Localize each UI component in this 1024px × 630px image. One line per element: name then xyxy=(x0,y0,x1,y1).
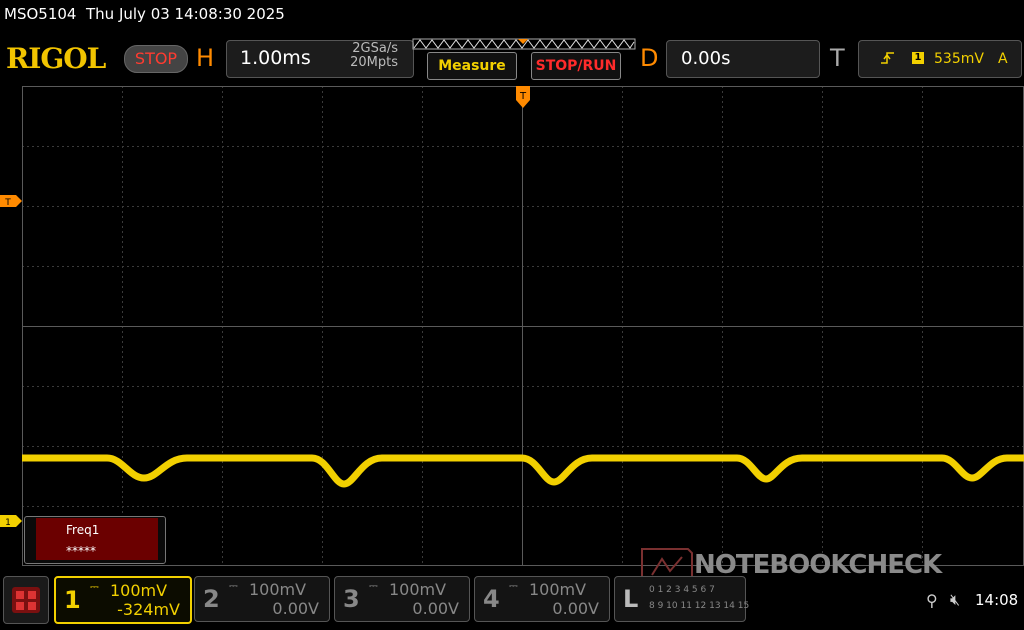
trigger-level-marker[interactable]: T xyxy=(0,195,22,207)
logic-channels-high: 8 9 10 11 12 13 14 15 xyxy=(649,601,750,611)
channel-1-scale: 100mV xyxy=(110,581,168,600)
channel-3-panel[interactable]: 3 ⎓ 100mV 0.00V xyxy=(334,576,470,622)
horizontal-label[interactable]: H xyxy=(196,44,214,72)
memory-depth: 20Mpts xyxy=(350,55,398,70)
dc-coupling-icon: ⎓ xyxy=(369,579,378,592)
rising-edge-icon xyxy=(881,52,894,64)
trigger-position-marker[interactable]: T xyxy=(516,86,530,110)
sample-rate: 2GSa/s xyxy=(352,41,398,56)
title-bar: MSO5104 Thu July 03 14:08:30 2025 xyxy=(4,5,285,23)
channel-1-number: 1 xyxy=(64,586,81,614)
logic-channels-low: 0 1 2 3 4 5 6 7 xyxy=(649,585,715,595)
speaker-muted-icon[interactable]: 🔇︎ xyxy=(950,590,960,610)
measurement-value: ***** xyxy=(66,544,96,558)
ch1-ground-marker-label: 1 xyxy=(5,518,11,527)
logic-label: L xyxy=(623,585,639,613)
datetime: Thu July 03 14:08:30 2025 xyxy=(86,5,285,23)
channel-4-number: 4 xyxy=(483,585,500,613)
channel-3-scale: 100mV xyxy=(389,580,447,599)
channel-4-panel[interactable]: 4 ⎓ 100mV 0.00V xyxy=(474,576,610,622)
memory-overview-bar[interactable] xyxy=(412,38,636,52)
measurement-label: Freq1 xyxy=(66,523,100,537)
measure-button[interactable]: Measure xyxy=(427,52,517,80)
dc-coupling-icon: ⎓ xyxy=(229,579,238,592)
dc-coupling-icon: ⎓ xyxy=(90,580,99,593)
trigger-source: 1 xyxy=(912,52,924,64)
channel-1-offset: -324mV xyxy=(117,600,180,619)
channel-2-offset: 0.00V xyxy=(272,599,319,618)
usb-icon: ⚲ xyxy=(926,591,938,610)
channel-3-number: 3 xyxy=(343,585,360,613)
trigger-label[interactable]: T xyxy=(830,44,845,72)
waveform-display[interactable] xyxy=(22,86,1024,566)
sample-info: 2GSa/s 20Mpts xyxy=(322,42,398,70)
trigger-level-marker-label: T xyxy=(4,198,11,207)
channel-3-offset: 0.00V xyxy=(412,599,459,618)
channel-4-scale: 100mV xyxy=(529,580,587,599)
clock: 14:08 xyxy=(975,591,1019,609)
dc-coupling-icon: ⎓ xyxy=(509,579,518,592)
channel-2-number: 2 xyxy=(203,585,220,613)
grid-menu-icon xyxy=(12,587,40,613)
trigger-level: 535mV xyxy=(934,51,984,67)
channel-4-offset: 0.00V xyxy=(552,599,599,618)
model-name: MSO5104 xyxy=(4,5,77,23)
channel-2-scale: 100mV xyxy=(249,580,307,599)
channel-2-panel[interactable]: 2 ⎓ 100mV 0.00V xyxy=(194,576,330,622)
home-button[interactable] xyxy=(3,576,49,624)
delay-label[interactable]: D xyxy=(640,44,658,72)
logic-analyzer-panel[interactable]: L 0 1 2 3 4 5 6 7 8 9 10 11 12 13 14 15 xyxy=(614,576,750,622)
delay-value: 0.00s xyxy=(681,48,731,69)
rigol-logo: RIGOL xyxy=(6,42,106,75)
ch1-ground-marker[interactable]: 1 xyxy=(0,515,22,527)
timebase-value: 1.00ms xyxy=(240,47,311,69)
channel-1-panel[interactable]: 1 ⎓ 100mV -324mV xyxy=(54,576,192,624)
stop-run-button[interactable]: STOP/RUN xyxy=(531,52,621,80)
run-status-badge[interactable]: STOP xyxy=(124,45,188,73)
trigger-mode: A xyxy=(998,51,1008,67)
trigger-position-label: T xyxy=(519,91,527,102)
